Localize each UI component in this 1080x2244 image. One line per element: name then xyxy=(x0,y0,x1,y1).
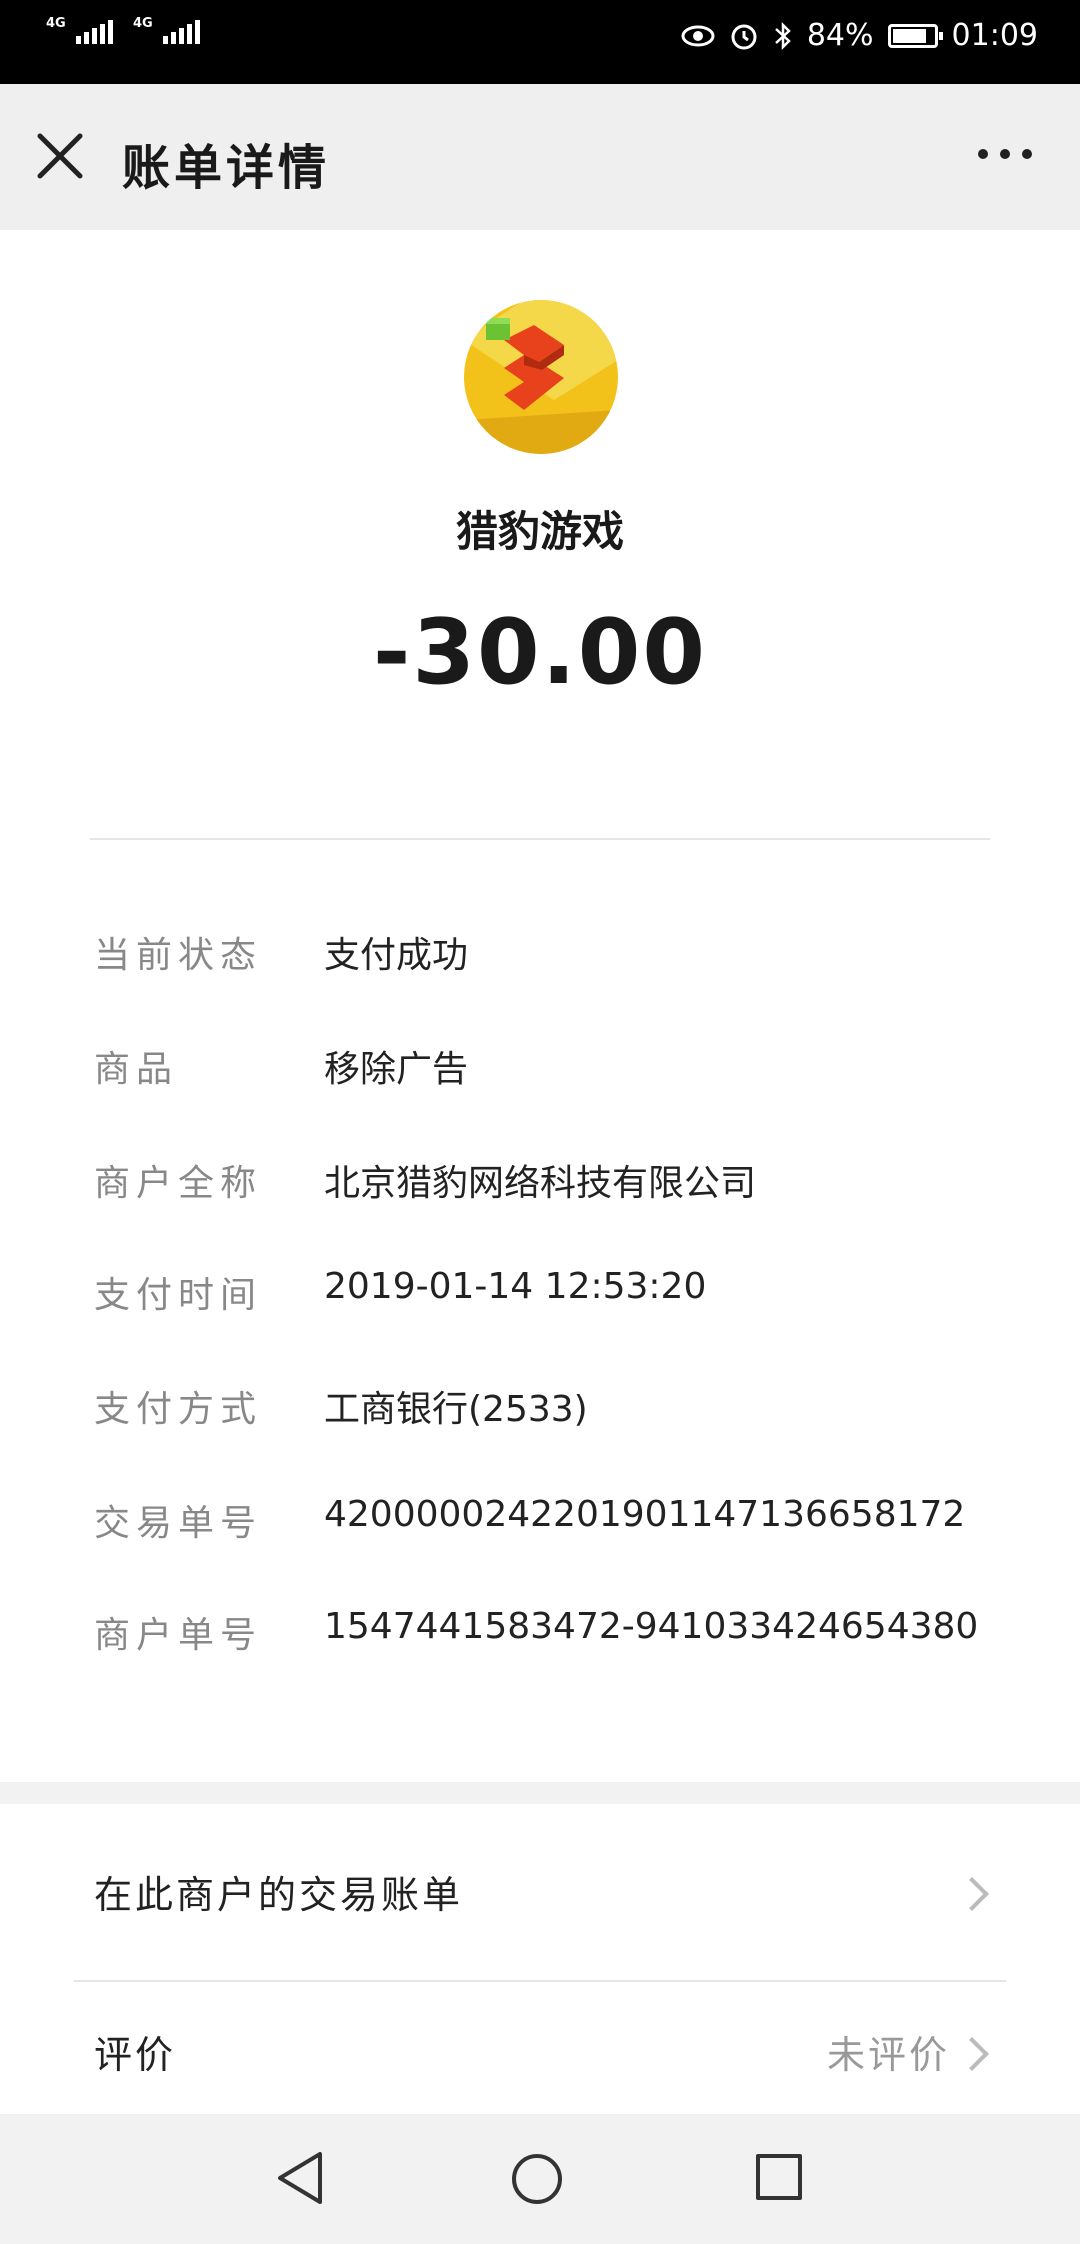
detail-label: 交易单号 xyxy=(94,1503,263,1544)
detail-value: 北京猎豹网络科技有限公司 xyxy=(324,1163,757,1204)
detail-row-merchant-order-id: 商户单号 1547441583472-941033424654380 xyxy=(94,1606,994,1666)
detail-label: 支付方式 xyxy=(94,1389,263,1430)
status-bar: 4G 4G 84% 01:09 xyxy=(0,0,1080,84)
bluetooth-icon xyxy=(774,21,791,50)
detail-label: 商品 xyxy=(94,1049,179,1090)
detail-value: 支付成功 xyxy=(324,935,469,976)
battery-icon xyxy=(887,23,943,48)
more-icon[interactable] xyxy=(970,134,1040,174)
detail-row-pay-method: 支付方式 工商银行(2533) xyxy=(94,1380,994,1440)
chevron-right-icon xyxy=(955,1877,989,1911)
chevron-right-icon xyxy=(955,2037,989,2071)
detail-row-status: 当前状态 支付成功 xyxy=(94,926,994,986)
nav-back-icon[interactable] xyxy=(276,2150,326,2206)
detail-row-transaction-id: 交易单号 4200000242201901147136658172 xyxy=(94,1494,994,1554)
signal-group: 4G 4G xyxy=(46,16,200,44)
system-nav-bar xyxy=(0,2114,1080,2244)
merchant-bills-label: 在此商户的交易账单 xyxy=(94,1873,464,1917)
eye-icon xyxy=(681,25,715,46)
divider xyxy=(90,838,990,840)
network-type-1: 4G xyxy=(46,16,66,31)
network-type-2: 4G xyxy=(133,16,153,31)
alarm-icon xyxy=(731,24,757,49)
review-label: 评价 xyxy=(94,2033,177,2077)
merchant-avatar xyxy=(464,300,618,454)
section-separator xyxy=(0,1782,1080,1804)
detail-label: 当前状态 xyxy=(94,935,263,976)
status-right: 84% 01:09 xyxy=(681,18,1038,53)
nav-home-icon[interactable] xyxy=(512,2154,562,2204)
detail-value[interactable]: 1547441583472-941033424654380 xyxy=(324,1606,978,1647)
detail-label: 支付时间 xyxy=(94,1275,263,1316)
detail-value: 工商银行(2533) xyxy=(324,1389,588,1430)
merchant-name: 猎豹游戏 xyxy=(455,507,624,556)
review-status: 未评价 xyxy=(826,2033,950,2077)
signal-icon-1: 4G xyxy=(46,16,113,44)
merchant-bills-row[interactable]: 在此商户的交易账单 xyxy=(0,1804,1080,1980)
close-icon[interactable] xyxy=(30,126,90,186)
battery-percent: 84% xyxy=(806,18,874,53)
signal-icon-2: 4G xyxy=(133,16,200,44)
detail-value[interactable]: 4200000242201901147136658172 xyxy=(324,1494,965,1535)
detail-row-merchant-fullname: 商户全称 北京猎豹网络科技有限公司 xyxy=(94,1154,994,1214)
page-title: 账单详情 xyxy=(122,140,331,196)
detail-label: 商户全称 xyxy=(94,1163,263,1204)
detail-row-product: 商品 移除广告 xyxy=(94,1040,994,1100)
detail-row-pay-time: 支付时间 2019-01-14 12:53:20 xyxy=(94,1266,994,1326)
payment-amount: -30.00 xyxy=(372,600,708,705)
title-bar: 账单详情 xyxy=(0,84,1080,230)
nav-recent-icon[interactable] xyxy=(756,2154,802,2200)
detail-value: 移除广告 xyxy=(324,1049,469,1090)
review-row[interactable]: 评价 未评价 xyxy=(0,1982,1080,2114)
clock: 01:09 xyxy=(951,18,1038,53)
detail-value: 2019-01-14 12:53:20 xyxy=(324,1266,707,1307)
detail-label: 商户单号 xyxy=(94,1615,263,1656)
